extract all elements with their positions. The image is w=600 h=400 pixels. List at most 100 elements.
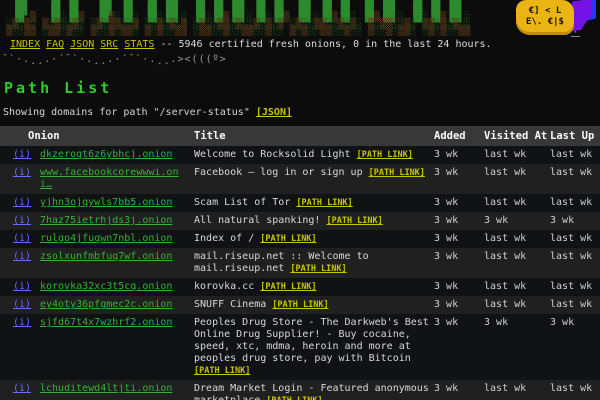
site-title: All natural spanking!	[194, 215, 326, 226]
path-link[interactable]: [PATH LINK]	[296, 198, 352, 208]
nav-link-json[interactable]: JSON	[70, 39, 94, 50]
table-row: (i) 7haz75ietrhjds3j.onion All natural spa…	[0, 212, 600, 230]
header-onion: Onion	[0, 126, 192, 146]
site-title: SNUFF Cinema	[194, 299, 272, 310]
site-title: Facebook – log in or sign up	[194, 167, 369, 178]
visited-at-cell: last wk	[482, 248, 548, 278]
path-link[interactable]: [PATH LINK]	[357, 150, 413, 160]
last-up-cell: last wk	[548, 146, 600, 164]
path-link[interactable]: [PATH LINK]	[260, 234, 316, 244]
visited-at-cell: last wk	[482, 164, 548, 194]
onion-link[interactable]: www.facebookcorewwwi.oni…	[40, 167, 178, 190]
info-link[interactable]: (i)	[13, 197, 31, 208]
last-up-cell: last wk	[548, 230, 600, 248]
onion-link[interactable]: rulgo4jfuqwn7nbl.onion	[40, 233, 172, 244]
last-up-cell: last wk	[548, 164, 600, 194]
info-link[interactable]: (i)	[13, 215, 31, 226]
onion-link[interactable]: dkzeroqt6z6ybhcj.onion	[40, 149, 172, 160]
site-title: korovka.cc	[194, 281, 260, 292]
last-up-cell: last wk	[548, 296, 600, 314]
nav-bar: INDEX FAQ JSON SRC STATS -- 5946 certified fr…	[0, 36, 600, 50]
table-row: (i)lchuditewd4ltjti.onionDream Market Lo…	[0, 380, 600, 400]
site-title: Peoples Drug Store - The Darkweb's Best …	[194, 317, 429, 364]
visited-at-cell: last wk	[482, 230, 548, 248]
subtitle: Showing domains for path "/server-status…	[3, 107, 600, 118]
path-link[interactable]: [PATH LINK]	[369, 168, 425, 178]
info-link[interactable]: (i)	[13, 251, 31, 262]
info-link[interactable]: (i)	[13, 317, 31, 328]
corner-dot-link[interactable]: ·	[571, 30, 580, 37]
header-visited-at: Visited At	[482, 126, 548, 146]
onion-link[interactable]: korovka32xc3t5cq.onion	[40, 281, 172, 292]
onion-link[interactable]: zsolxunfmbfuq7wf.onion	[40, 251, 172, 262]
last-up-cell: 3 wk	[548, 314, 600, 380]
onion-link[interactable]: yjhn3ojqywls7bb5.onion	[40, 197, 172, 208]
added-cell: 3 wk	[432, 194, 482, 212]
path-link[interactable]: [PATH LINK]	[260, 282, 316, 292]
nav-link-stats[interactable]: STATS	[124, 39, 154, 50]
table-row: (i)rulgo4jfuqwn7nbl.onionIndex of / [PAT…	[0, 230, 600, 248]
last-up-cell: 3 wk	[548, 212, 600, 230]
last-up-cell: last wk	[548, 278, 600, 296]
info-link[interactable]: (i)	[13, 281, 31, 292]
subtitle-text: Showing domains for path "/server-status…	[3, 107, 250, 118]
onion-link[interactable]: ey4oty36pfgmec2c.onion	[40, 299, 172, 310]
added-cell: 3 wk	[432, 164, 482, 194]
nav-status-text: -- 5946 certified fresh onions, 0 in the…	[160, 39, 491, 50]
visited-at-cell: last wk	[482, 296, 548, 314]
last-up-cell: last wk	[548, 380, 600, 400]
visited-at-cell: 3 wk	[482, 212, 548, 230]
visited-at-cell: 3 wk	[482, 314, 548, 380]
ansi-banner: ▐█▌ ▐█ ▐█ ▐█▌ ▐█ ▐█ ▐█▌ ▐█ ▐█ ▐█▌ ▐█ ▐█ …	[0, 0, 600, 36]
added-cell: 3 wk	[432, 146, 482, 164]
added-cell: 3 wk	[432, 230, 482, 248]
path-link[interactable]: [PATH LINK]	[266, 396, 322, 400]
nav-link-src[interactable]: SRC	[100, 39, 118, 50]
nav-link-faq[interactable]: FAQ	[46, 39, 64, 50]
added-cell: 3 wk	[432, 212, 482, 230]
added-cell: 3 wk	[432, 296, 482, 314]
banner-ascii-art: ▐█▌ ▐█ ▐█ ▐█▌ ▐█ ▐█ ▐█▌ ▐█ ▐█ ▐█▌ ▐█ ▐█ …	[0, 0, 600, 35]
visited-at-cell: last wk	[482, 278, 548, 296]
table-row: (i) www.facebookcorewwwi.oni… Facebook – l…	[0, 164, 600, 194]
info-link[interactable]: (i)	[13, 149, 31, 160]
visited-at-cell: last wk	[482, 146, 548, 164]
header-last-up: Last Up	[548, 126, 600, 146]
table-row: (i) ey4oty36pfgmec2c.onion SNUFF Cinema [P…	[0, 296, 600, 314]
info-link[interactable]: (i)	[13, 167, 31, 178]
onion-logo-text-2: E\. €|$	[526, 17, 564, 27]
onion-link[interactable]: sjfd67t4x7wzhrf2.onion	[40, 317, 172, 328]
header-added: Added	[432, 126, 482, 146]
onion-logo-text-1: €] < L	[529, 6, 562, 16]
onion-link[interactable]: 7haz75ietrhjds3j.onion	[40, 215, 172, 226]
page-title: Path List	[4, 79, 600, 97]
info-link[interactable]: (i)	[13, 233, 31, 244]
table-row: (i) yjhn3ojqywls7bb5.onion Scam List of To…	[0, 194, 600, 212]
path-link[interactable]: [PATH LINK]	[194, 366, 250, 376]
table-header-row: Onion Title Added Visited At Last Up	[0, 126, 600, 146]
onion-link[interactable]: lchuditewd4ltjti.onion	[40, 383, 172, 394]
last-up-cell: last wk	[548, 248, 600, 278]
path-link[interactable]: [PATH LINK]	[326, 216, 382, 226]
info-link[interactable]: (i)	[13, 383, 31, 394]
path-link[interactable]: [PATH LINK]	[290, 264, 346, 274]
visited-at-cell: last wk	[482, 194, 548, 212]
ascii-fish: ¯`·.¸¸.·´¯`·.¸¸.·´¯`·.¸¸.><(((º>	[0, 50, 600, 65]
path-link[interactable]: [PATH LINK]	[272, 300, 328, 310]
path-list-table: Onion Title Added Visited At Last Up (i)…	[0, 126, 600, 400]
visited-at-cell: last wk	[482, 380, 548, 400]
site-title: Welcome to Rocksolid Light	[194, 149, 357, 160]
info-link[interactable]: (i)	[13, 299, 31, 310]
site-title: Scam List of Tor	[194, 197, 296, 208]
added-cell: 3 wk	[432, 380, 482, 400]
header-title: Title	[192, 126, 432, 146]
table-row: (i) dkzeroqt6z6ybhcj.onion Welcome to Rock…	[0, 146, 600, 164]
json-link[interactable]: [JSON]	[256, 107, 292, 118]
added-cell: 3 wk	[432, 278, 482, 296]
table-row: (i) sjfd67t4x7wzhrf2.onion Peoples Drug St…	[0, 314, 600, 380]
added-cell: 3 wk	[432, 314, 482, 380]
table-row: (i)zsolxunfmbfuq7wf.onionmail.riseup.net…	[0, 248, 600, 278]
table-row: (i) korovka32xc3t5cq.onion korovka.cc [PAT…	[0, 278, 600, 296]
onion-logo: €] < L E\. €|$	[516, 0, 574, 35]
nav-link-index[interactable]: INDEX	[10, 39, 40, 50]
